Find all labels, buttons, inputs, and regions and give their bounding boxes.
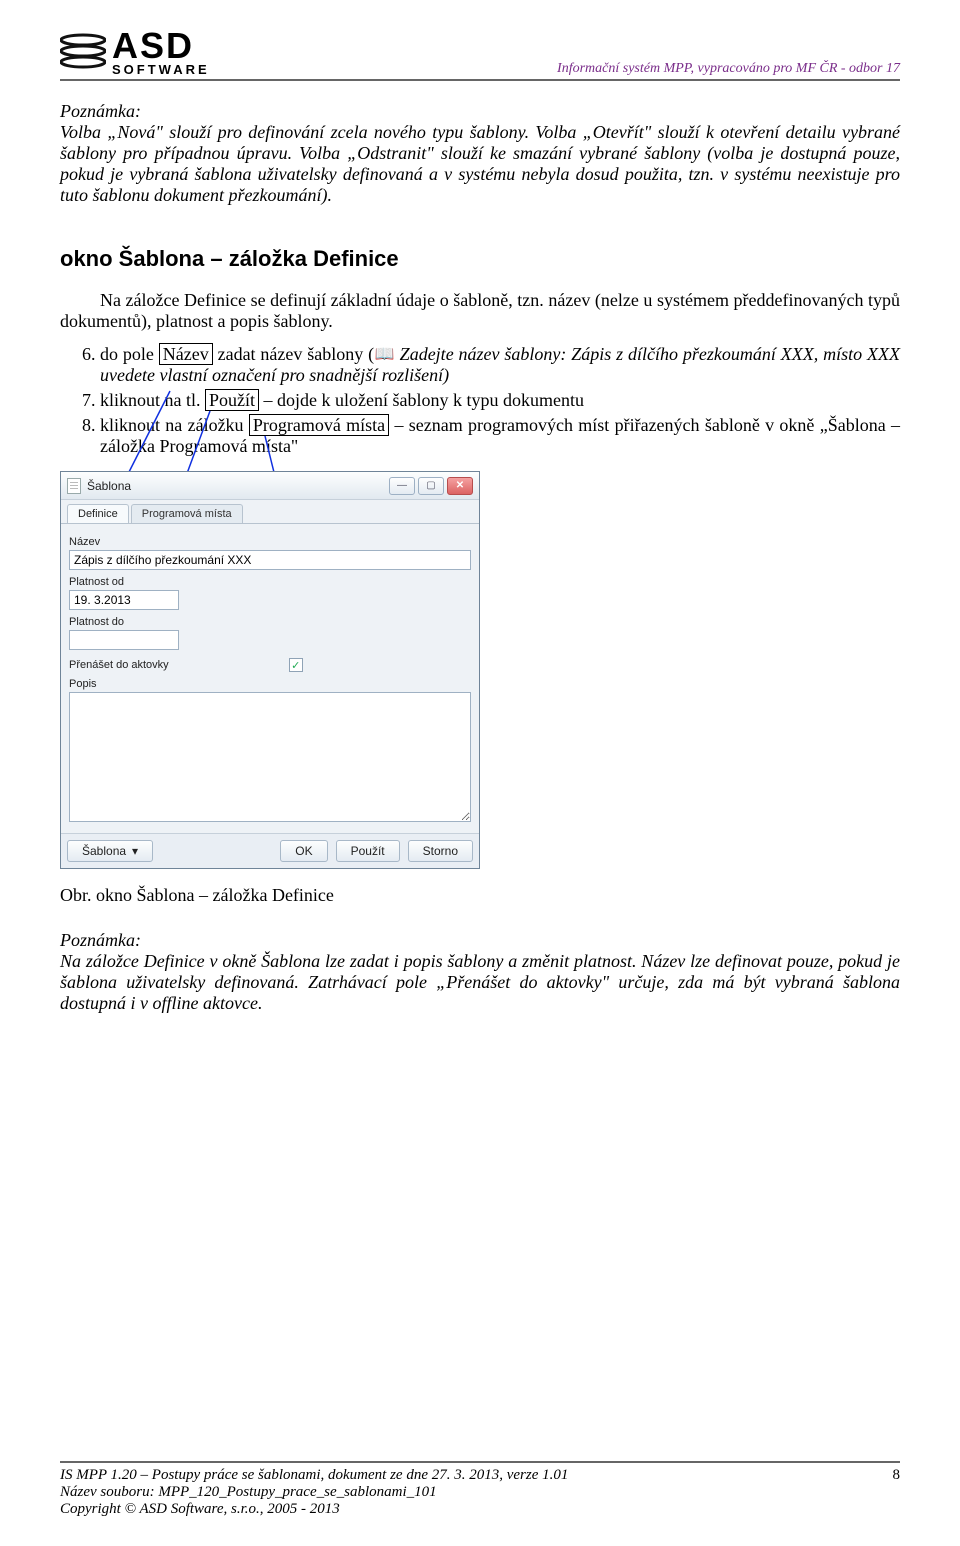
- footer-line-2: Název souboru: MPP_120_Postupy_prace_se_…: [60, 1484, 568, 1501]
- note-label: Poznámka:: [60, 101, 141, 121]
- figure-caption: Obr. okno Šablona – záložka Definice: [60, 885, 900, 906]
- note-2: Poznámka: Na záložce Definice v okně Šab…: [60, 930, 900, 1014]
- label-prenaset: Přenášet do aktovky: [69, 659, 169, 671]
- label-platnost-od: Platnost od: [69, 576, 471, 588]
- logo-text: ASD SOFTWARE: [112, 30, 210, 77]
- steps-list: do pole Název zadat název šablony (📖 Zad…: [100, 344, 900, 457]
- tabs: Definice Programová místa: [61, 500, 479, 523]
- note-body: Na záložce Definice v okně Šablona lze z…: [60, 951, 900, 1013]
- text: kliknout na tl.: [100, 390, 205, 410]
- tab-programova-mista[interactable]: Programová místa: [131, 504, 243, 523]
- step-6: do pole Název zadat název šablony (📖 Zad…: [100, 344, 900, 386]
- storno-button[interactable]: Storno: [408, 840, 473, 862]
- header-right-text: Informační systém MPP, vypracováno pro M…: [557, 61, 900, 77]
- note-body: Volba „Nová" slouží pro definování zcela…: [60, 122, 900, 205]
- boxed-nazev: Název: [159, 343, 213, 365]
- note-label: Poznámka:: [60, 930, 141, 950]
- page-header: ASD SOFTWARE Informační systém MPP, vypr…: [60, 30, 900, 81]
- logo-software: SOFTWARE: [112, 62, 210, 77]
- note-1: Poznámka: Volba „Nová" slouží pro defino…: [60, 101, 900, 206]
- book-icon: 📖: [374, 346, 395, 363]
- window-sablona: Šablona — ▢ ✕ Definice Programová místa …: [60, 471, 480, 869]
- prenaset-checkbox[interactable]: ✓: [289, 658, 303, 672]
- nazev-input[interactable]: [69, 550, 471, 570]
- text: do pole: [100, 344, 159, 364]
- page-number: 8: [893, 1467, 901, 1484]
- pouzit-button[interactable]: Použít: [336, 840, 400, 862]
- ok-button[interactable]: OK: [280, 840, 327, 862]
- chevron-down-icon: ▾: [132, 844, 138, 858]
- close-button[interactable]: ✕: [447, 477, 473, 495]
- section-title: okno Šablona – záložka Definice: [60, 246, 900, 272]
- page-footer: IS MPP 1.20 – Postupy práce se šablonami…: [60, 1461, 900, 1518]
- document-icon: [67, 478, 81, 494]
- tab-definice[interactable]: Definice: [67, 504, 129, 523]
- label-platnost-do: Platnost do: [69, 616, 471, 628]
- logo-stripes-icon: [60, 30, 106, 77]
- button-bar: Šablona ▾ OK Použít Storno: [61, 833, 479, 868]
- minimize-button[interactable]: —: [389, 477, 415, 495]
- step-7: kliknout na tl. Použít – dojde k uložení…: [100, 390, 900, 411]
- text: zadat název šablony (: [213, 344, 374, 364]
- platnost-do-input[interactable]: [69, 630, 179, 650]
- boxed-prog-mista: Programová místa: [249, 414, 389, 436]
- text: kliknout na záložku: [100, 415, 249, 435]
- footer-line-1: IS MPP 1.20 – Postupy práce se šablonami…: [60, 1467, 568, 1484]
- text: – dojde k uložení šablony k typu dokumen…: [259, 390, 584, 410]
- form-area: Název Platnost od Platnost do Přenášet d…: [61, 523, 479, 833]
- titlebar: Šablona — ▢ ✕: [61, 472, 479, 500]
- step-8: kliknout na záložku Programová místa – s…: [100, 415, 900, 457]
- button-label: Šablona: [82, 844, 126, 858]
- sablona-dropdown-button[interactable]: Šablona ▾: [67, 840, 153, 862]
- window-title: Šablona: [87, 479, 131, 493]
- footer-line-3: Copyright © ASD Software, s.r.o., 2005 -…: [60, 1501, 568, 1518]
- label-nazev: Název: [69, 536, 471, 548]
- section-intro: Na záložce Definice se definují základní…: [60, 290, 900, 332]
- label-popis: Popis: [69, 678, 471, 690]
- platnost-od-input[interactable]: [69, 590, 179, 610]
- logo: ASD SOFTWARE: [60, 30, 210, 77]
- maximize-button[interactable]: ▢: [418, 477, 444, 495]
- boxed-pouzit: Použít: [205, 389, 259, 411]
- logo-asd: ASD: [112, 30, 210, 62]
- footer-left: IS MPP 1.20 – Postupy práce se šablonami…: [60, 1467, 568, 1518]
- popis-textarea[interactable]: [69, 692, 471, 822]
